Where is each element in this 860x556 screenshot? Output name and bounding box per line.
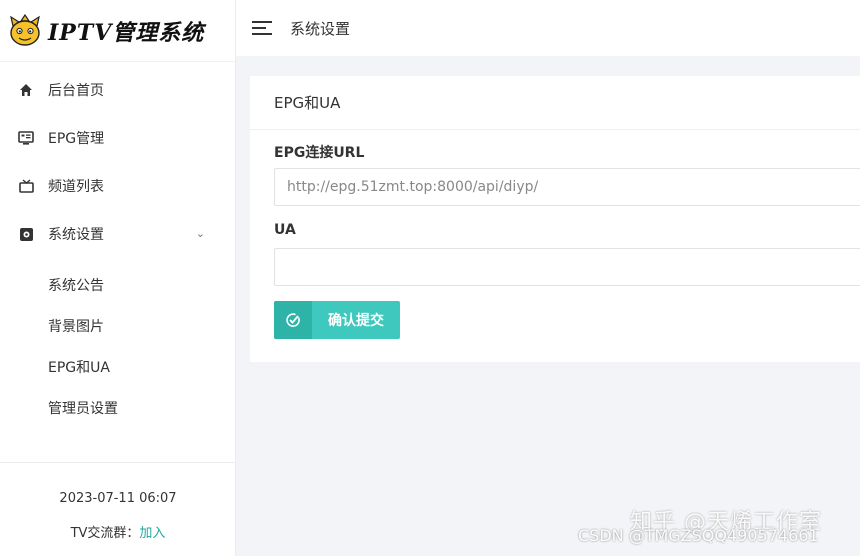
watermark-csdn: CSDN @TMGZSQQ490574661 (578, 526, 819, 545)
sidebar-subitem-announcement[interactable]: 系统公告 (0, 264, 235, 305)
group-label: TV交流群： (70, 526, 140, 541)
epg-url-label: EPG连接URL (274, 145, 365, 161)
submit-button-label: 确认提交 (328, 313, 384, 329)
logo-text: IPTV管理系统 (48, 19, 205, 46)
settings-submenu: 系统公告 背景图片 EPG和UA 管理员设置 (0, 258, 235, 428)
join-group-link[interactable]: 加入 (139, 526, 165, 541)
page-title: 系统设置 (290, 19, 351, 38)
epg-ua-card: EPG和UA EPG连接URL UA 确认提交 (250, 76, 860, 362)
check-circle-icon (274, 301, 312, 339)
sidebar-item-label: EPG管理 (48, 131, 105, 147)
settings-icon (18, 226, 34, 242)
sidebar-item-home[interactable]: 后台首页 (0, 66, 235, 114)
ua-label: UA (274, 222, 296, 238)
sidebar-subitem-admin[interactable]: 管理员设置 (0, 387, 235, 428)
chevron-down-icon: ⌄ (195, 227, 205, 240)
sidebar-subitem-epg-ua[interactable]: EPG和UA (0, 346, 235, 387)
ua-input[interactable] (274, 248, 860, 286)
top-header: 系统设置 (236, 0, 860, 56)
sidebar-item-channels[interactable]: 频道列表 (0, 162, 235, 210)
sidebar-footer: 2023-07-11 06:07 TV交流群：加入 (0, 462, 236, 556)
sidebar-nav: 后台首页 EPG管理 频道列表 系统设置 ⌄ 系统公告 背景图片 EPG和UA … (0, 62, 235, 428)
footer-datetime: 2023-07-11 06:07 (59, 491, 177, 506)
footer-group: TV交流群：加入 (0, 522, 236, 541)
sidebar-item-label: 后台首页 (48, 83, 104, 99)
card-title: EPG和UA (250, 76, 860, 130)
logo[interactable]: IPTV管理系统 (0, 0, 235, 62)
epg-ua-form: EPG连接URL UA 确认提交 (250, 130, 860, 339)
submit-button[interactable]: 确认提交 (274, 301, 400, 339)
sidebar-item-epg[interactable]: EPG管理 (0, 114, 235, 162)
logo-mascot-icon (8, 13, 42, 48)
home-icon (18, 82, 34, 98)
menu-toggle-icon[interactable] (252, 21, 274, 35)
sidebar-item-settings[interactable]: 系统设置 ⌄ (0, 210, 235, 258)
sidebar-item-label: 系统设置 (48, 227, 104, 243)
tv-icon (18, 178, 34, 194)
epg-icon (18, 130, 34, 146)
sidebar-item-label: 频道列表 (48, 179, 104, 195)
sidebar-subitem-background[interactable]: 背景图片 (0, 305, 235, 346)
epg-url-input[interactable] (274, 168, 860, 206)
sidebar: IPTV管理系统 后台首页 EPG管理 频道列表 系统设置 ⌄ 系统公告 背景图… (0, 0, 236, 556)
